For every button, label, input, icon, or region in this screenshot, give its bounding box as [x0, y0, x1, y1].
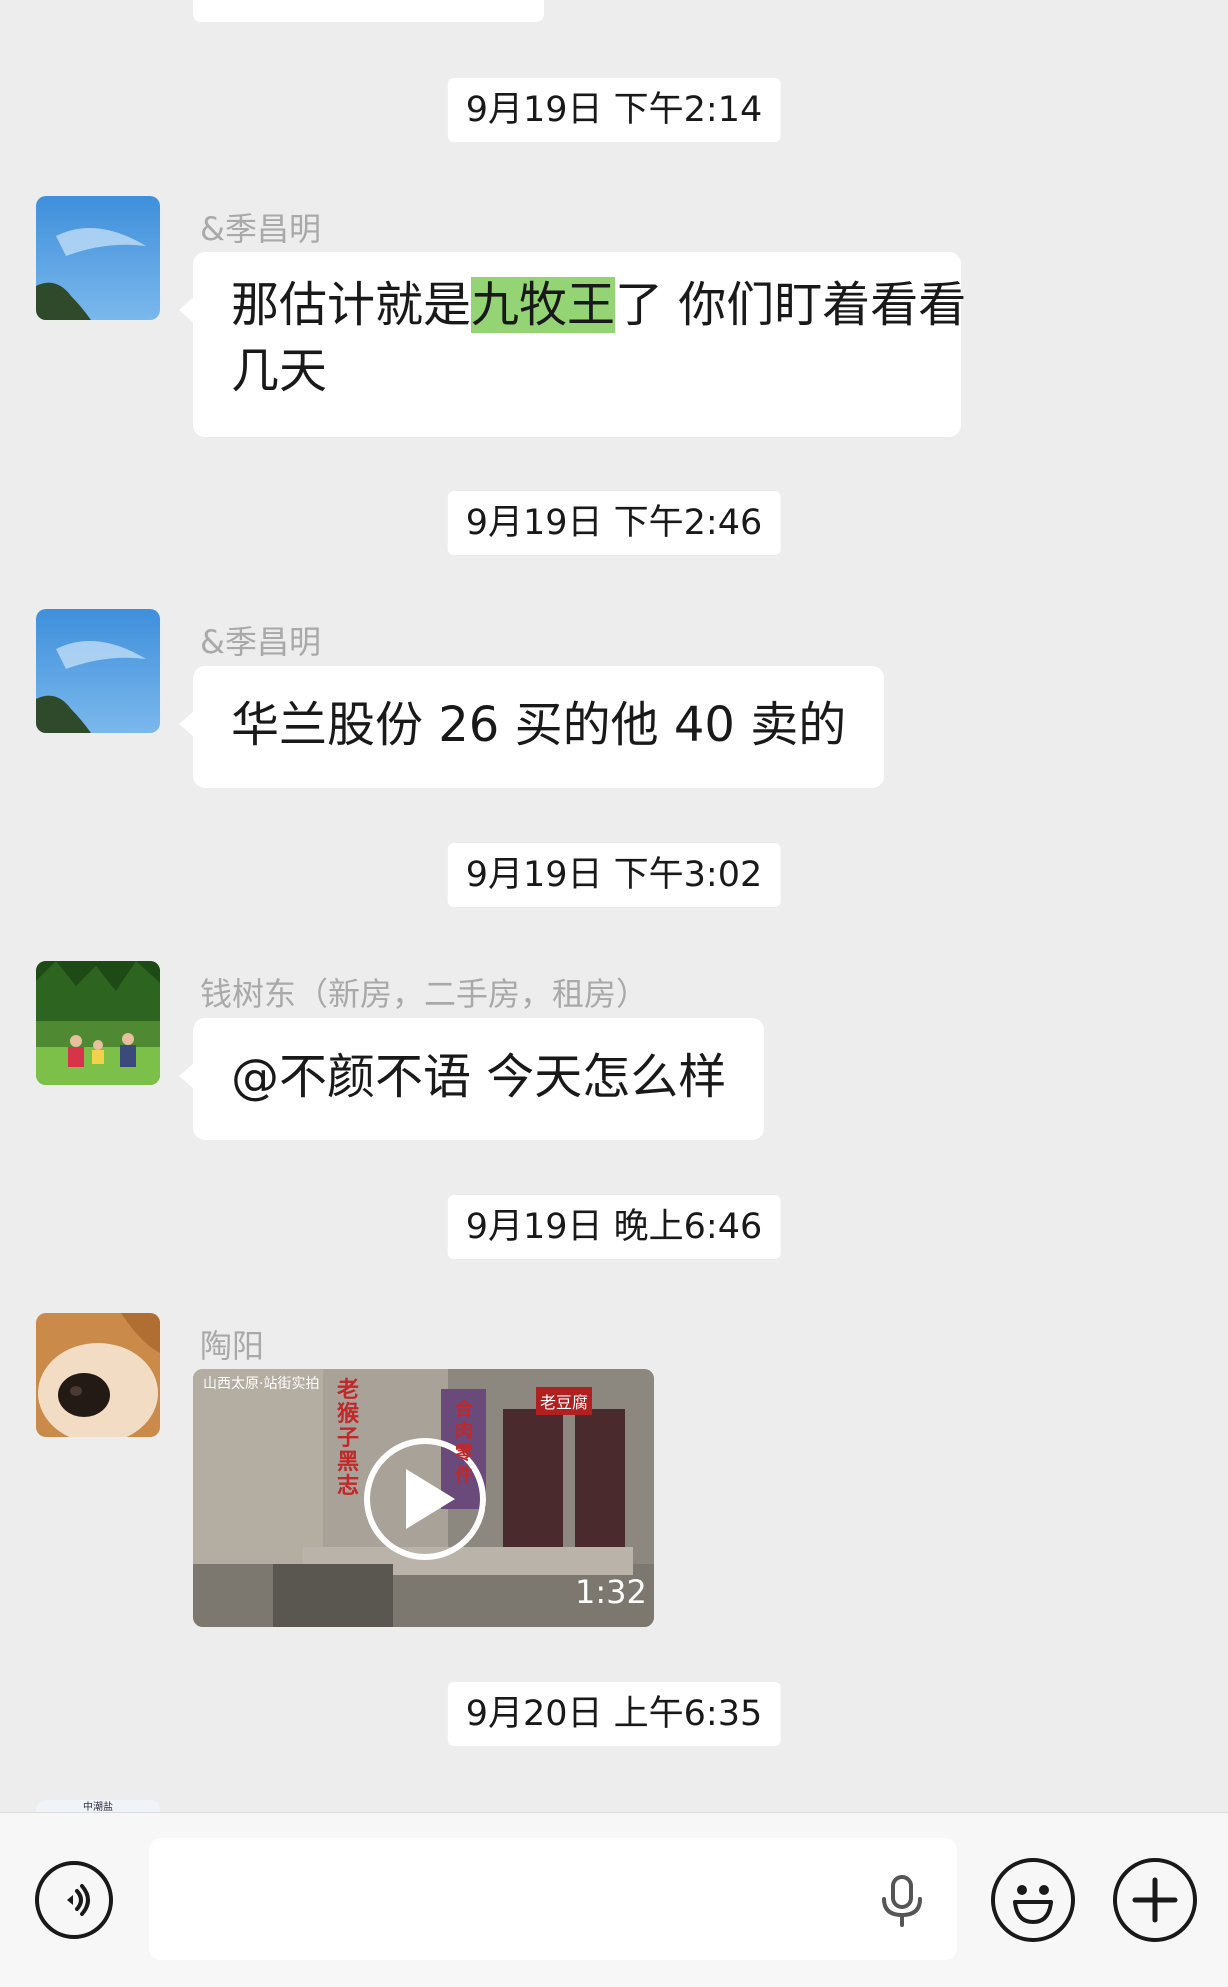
- video-sign-text: 老猴子黑志: [337, 1378, 360, 1499]
- timestamp: 9月20日 上午6:35: [447, 1682, 781, 1746]
- message-text: 那估计就是: [231, 277, 472, 333]
- sender-name: &季昌明: [200, 210, 321, 248]
- video-message[interactable]: 山西太原·站街实拍 老猴子黑志 合肉零件 老豆腐 1:32: [193, 1369, 654, 1627]
- sender-name: &季昌明: [200, 623, 321, 661]
- sky-avatar-icon: [36, 196, 160, 320]
- microphone-icon[interactable]: [878, 1875, 926, 1927]
- avatar[interactable]: [36, 609, 160, 733]
- message-text: @不颜不语 今天怎么样: [231, 1049, 727, 1105]
- voice-toggle-button[interactable]: [35, 1861, 113, 1939]
- emoji-icon: [1013, 1885, 1053, 1924]
- video-duration: 1:32: [575, 1573, 647, 1611]
- video-sign-text: 老豆腐: [536, 1387, 593, 1415]
- message-bubble[interactable]: @不颜不语 今天怎么样: [178, 1018, 765, 1140]
- emoji-button[interactable]: [991, 1858, 1075, 1942]
- video-caption: 山西太原·站街实拍: [203, 1376, 320, 1392]
- message-text: 了 你们盯着看看: [615, 277, 967, 333]
- message-text: 华兰股份 26 买的他 40 卖的: [231, 697, 847, 753]
- timestamp: 9月19日 下午2:46: [447, 491, 781, 555]
- partial-message-bubble[interactable]: [193, 0, 544, 22]
- dog-avatar-icon: [36, 1313, 160, 1437]
- avatar[interactable]: [36, 1313, 160, 1437]
- more-options-button[interactable]: [1113, 1858, 1197, 1942]
- timestamp: 9月19日 下午2:14: [447, 78, 781, 142]
- sky-avatar-icon: [36, 609, 160, 733]
- timestamp: 9月19日 晚上6:46: [447, 1195, 781, 1259]
- timestamp: 9月19日 下午3:02: [447, 843, 781, 907]
- garden-family-avatar-icon: [36, 961, 160, 1085]
- message-bubble[interactable]: 华兰股份 26 买的他 40 卖的: [178, 666, 885, 788]
- avatar[interactable]: [36, 196, 160, 320]
- plus-icon: [1132, 1877, 1178, 1923]
- voice-toggle-icon: [67, 1884, 90, 1916]
- avatar[interactable]: [36, 961, 160, 1085]
- message-bubble[interactable]: 那估计就是九牧王了 你们盯着看看 几天: [179, 252, 966, 437]
- sender-name: 钱树东（新房，二手房，租房）: [200, 975, 649, 1013]
- message-text: 几天: [231, 343, 328, 399]
- message-input[interactable]: [149, 1838, 957, 1960]
- sender-name: 陶阳: [200, 1327, 265, 1365]
- video-sign-text: 合肉零件: [455, 1399, 473, 1486]
- highlighted-text: 九牧王: [471, 277, 616, 333]
